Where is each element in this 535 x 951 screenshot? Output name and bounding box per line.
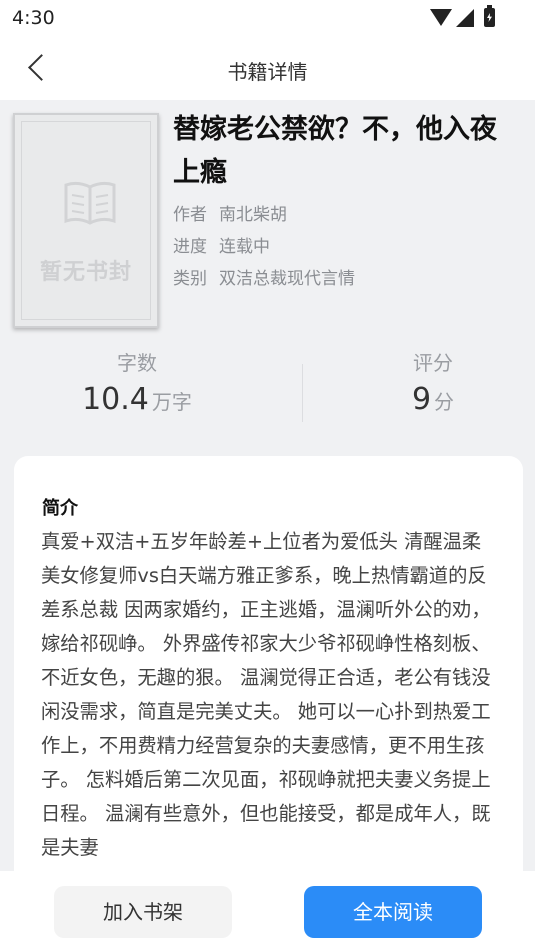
stats-divider <box>302 364 303 422</box>
read-all-button[interactable]: 全本阅读 <box>304 886 482 938</box>
book-title: 替嫁老公禁欲？不，他入夜上瘾 <box>173 114 497 188</box>
wifi-icon <box>430 9 452 26</box>
progress-value: 连载中 <box>219 237 270 257</box>
word-count-label: 字数 <box>117 351 157 375</box>
nav-bar: 书籍详情 <box>0 36 535 100</box>
book-category: 类别 双洁总裁现代言情 <box>173 264 355 289</box>
book-progress: 进度 连载中 <box>173 232 270 257</box>
bottom-action-bar: 加入书架 全本阅读 <box>0 871 535 951</box>
status-bar: 4:30 <box>0 0 535 36</box>
intro-text: 真爱+双洁+五岁年龄差+上位者为爱低头 清醒温柔美女修复师vs白天端方雅正爹系，… <box>41 530 491 859</box>
word-count-value: 10.4 <box>82 382 149 417</box>
category-label: 类别 <box>173 269 207 289</box>
progress-label: 进度 <box>173 237 207 257</box>
word-count-unit: 万字 <box>151 390 192 414</box>
rating: 9分 <box>323 382 535 417</box>
status-icons <box>430 5 495 27</box>
book-cover: 暂无书封 <box>13 113 159 328</box>
category-value: 双洁总裁现代言情 <box>219 269 355 289</box>
word-count: 10.4 万字 <box>27 382 247 417</box>
status-time: 4:30 <box>12 7 55 29</box>
add-to-shelf-button[interactable]: 加入书架 <box>54 886 232 938</box>
cover-placeholder-text: 暂无书封 <box>39 259 132 285</box>
page-title: 书籍详情 <box>227 60 308 84</box>
author-value[interactable]: 南北柴胡 <box>219 205 287 225</box>
book-author: 作者 南北柴胡 <box>173 200 287 225</box>
intro-title: 简介 <box>42 498 78 519</box>
open-book-icon <box>64 181 116 225</box>
cover-frame: 暂无书封 <box>21 121 151 320</box>
rating-unit: 分 <box>434 390 455 414</box>
signal-icon <box>456 8 474 27</box>
rating-label: 评分 <box>413 351 453 375</box>
author-label: 作者 <box>173 205 207 225</box>
battery-charging-icon <box>484 5 495 27</box>
rating-value: 9 <box>411 382 432 417</box>
